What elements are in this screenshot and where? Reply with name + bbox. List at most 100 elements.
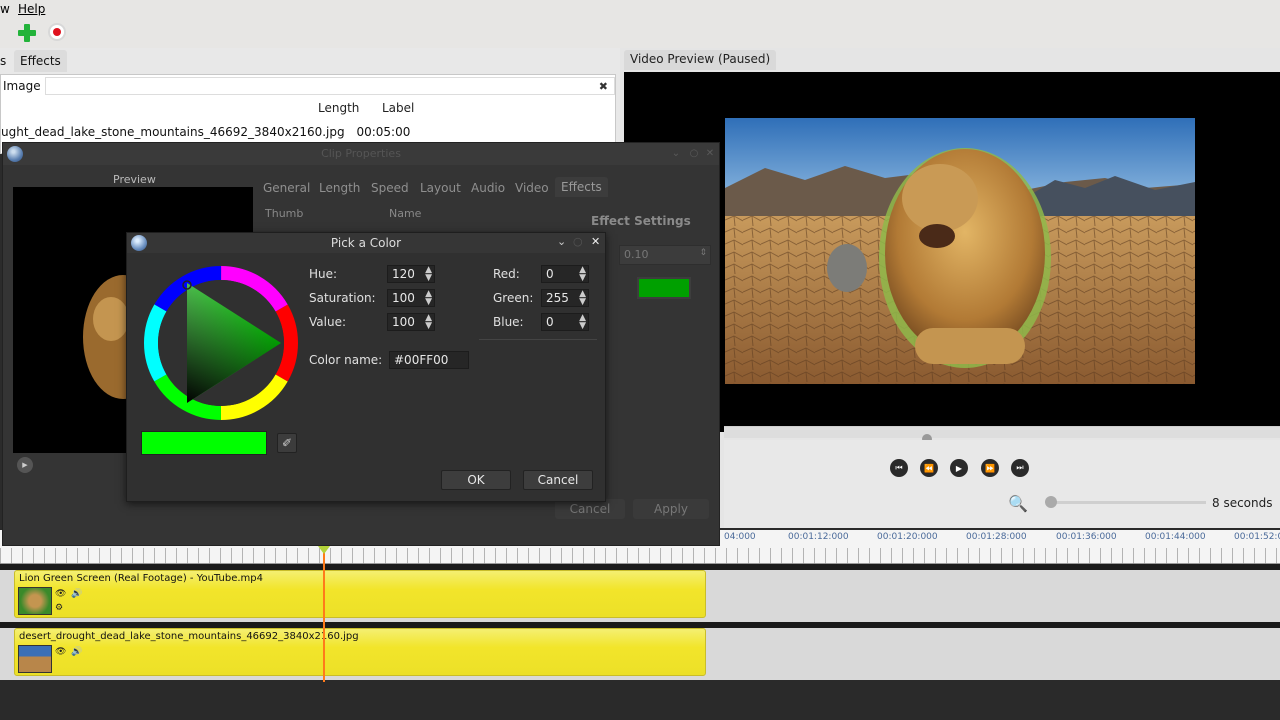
clip-lion[interactable]: Lion Green Screen (Real Footage) - YouTu… bbox=[14, 570, 706, 618]
tab-general[interactable]: General bbox=[263, 181, 310, 195]
tick-label: 00:01:12:000 bbox=[788, 532, 849, 542]
ok-button[interactable]: OK bbox=[441, 470, 511, 490]
saturation-value: 100 bbox=[392, 291, 415, 305]
menu-toolbar-area: w Help bbox=[0, 0, 1280, 48]
jump-end-icon[interactable]: ⏭ bbox=[1011, 459, 1029, 477]
tab-partial[interactable]: s bbox=[0, 54, 6, 68]
blue-label: Blue: bbox=[493, 315, 524, 329]
spin-arrows-icon[interactable]: ▲ ▼ bbox=[425, 314, 432, 331]
saturation-spinbox[interactable]: 100 ▲ ▼ bbox=[387, 289, 435, 307]
menu-help[interactable]: Help bbox=[18, 2, 45, 16]
close-icon[interactable]: ✕ bbox=[591, 235, 600, 248]
blue-spinbox[interactable]: 0 ▲ ▼ bbox=[541, 313, 589, 331]
clip-desert[interactable]: desert_drought_dead_lake_stone_mountains… bbox=[14, 628, 706, 676]
audio-icon[interactable]: 🔊 bbox=[71, 589, 82, 599]
jump-start-icon[interactable]: ⏮ bbox=[890, 459, 908, 477]
column-length[interactable]: Length bbox=[318, 101, 359, 115]
hue-spinbox[interactable]: 120 ▲ ▼ bbox=[387, 265, 435, 283]
file-row[interactable]: ught_dead_lake_stone_mountains_46692_384… bbox=[1, 125, 410, 139]
red-spinbox[interactable]: 0 ▲ ▼ bbox=[541, 265, 589, 283]
preview-scrubber[interactable] bbox=[724, 426, 1280, 438]
maximize-icon[interactable]: ○ bbox=[687, 147, 701, 161]
apply-button[interactable]: Apply bbox=[633, 499, 709, 519]
tab-speed[interactable]: Speed bbox=[371, 181, 409, 195]
tab-effects[interactable]: Effects bbox=[14, 50, 67, 72]
zoom-slider-handle[interactable] bbox=[1045, 496, 1057, 508]
playhead-line[interactable] bbox=[323, 548, 325, 682]
red-label: Red: bbox=[493, 267, 520, 281]
column-thumb[interactable]: Thumb bbox=[265, 207, 303, 220]
pick-color-titlebar: Pick a Color ⌄ ○ ✕ bbox=[127, 233, 605, 253]
column-name[interactable]: Name bbox=[389, 207, 421, 220]
preview-frame-image bbox=[725, 118, 1195, 384]
spin-arrows-icon[interactable]: ▲ ▼ bbox=[425, 266, 432, 283]
spin-arrows-icon[interactable]: ▲ ▼ bbox=[579, 290, 586, 307]
value-label: Value: bbox=[309, 315, 346, 329]
visibility-icon[interactable]: 👁 bbox=[55, 647, 66, 657]
fast-forward-icon[interactable]: ⏩ bbox=[981, 459, 999, 477]
panel-tabs: s Effects bbox=[0, 50, 620, 72]
chevron-down-icon[interactable]: ⌄ bbox=[557, 235, 566, 248]
record-icon[interactable] bbox=[48, 23, 66, 41]
clip-preview-label: Preview bbox=[113, 173, 156, 186]
column-label[interactable]: Label bbox=[382, 101, 414, 115]
add-file-icon[interactable] bbox=[16, 22, 38, 44]
filter-input[interactable]: ✖ bbox=[45, 77, 615, 95]
tick-label: 04:000 bbox=[724, 532, 756, 542]
tab-layout[interactable]: Layout bbox=[420, 181, 461, 195]
rewind-icon[interactable]: ⏪ bbox=[920, 459, 938, 477]
play-icon[interactable]: ▶ bbox=[950, 459, 968, 477]
visibility-icon[interactable]: 👁 bbox=[55, 589, 66, 599]
green-label: Green: bbox=[493, 291, 534, 305]
green-spinbox[interactable]: 255 ▲ ▼ bbox=[541, 289, 589, 307]
spin-arrows-icon[interactable]: ⇕ bbox=[699, 248, 707, 258]
pick-color-title: Pick a Color bbox=[330, 236, 402, 250]
effect-color-button[interactable] bbox=[637, 277, 691, 299]
tick-label: 00:01:44:000 bbox=[1145, 532, 1206, 542]
clear-filter-icon[interactable]: ✖ bbox=[599, 80, 608, 93]
eyedropper-icon[interactable]: ✐ bbox=[277, 433, 297, 453]
tab-length[interactable]: Length bbox=[319, 181, 360, 195]
blue-value: 0 bbox=[546, 315, 554, 329]
color-name-input[interactable]: #00FF00 bbox=[389, 351, 469, 369]
red-value: 0 bbox=[546, 267, 554, 281]
tick-label: 00:01:36:000 bbox=[1056, 532, 1117, 542]
audio-icon[interactable]: 🔊 bbox=[71, 647, 82, 657]
cancel-button[interactable]: Cancel bbox=[555, 499, 625, 519]
ruler-ticks bbox=[0, 548, 1280, 564]
cancel-button[interactable]: Cancel bbox=[523, 470, 593, 490]
close-icon[interactable]: ✕ bbox=[703, 147, 717, 161]
effects-icon[interactable]: ⚙ bbox=[55, 603, 63, 613]
maximize-icon[interactable]: ○ bbox=[573, 235, 583, 248]
tab-video[interactable]: Video bbox=[515, 181, 549, 195]
hsv-color-wheel[interactable] bbox=[141, 263, 301, 423]
clip-thumbnail bbox=[18, 587, 52, 615]
tick-label: 00:01:52:00 bbox=[1234, 532, 1280, 542]
spin-arrows-icon[interactable]: ▲ ▼ bbox=[579, 266, 586, 283]
playback-controls-bar bbox=[724, 440, 1280, 528]
effect-value-spinbox[interactable]: 0.10 ⇕ bbox=[619, 245, 711, 265]
play-icon[interactable]: ▶ bbox=[17, 457, 33, 473]
clip-properties-titlebar: Clip Properties ⌄ ○ ✕ bbox=[3, 143, 719, 165]
value-value: 100 bbox=[392, 315, 415, 329]
playhead-handle[interactable] bbox=[318, 546, 330, 554]
spin-arrows-icon[interactable]: ▲ ▼ bbox=[579, 314, 586, 331]
hue-label: Hue: bbox=[309, 267, 338, 281]
chevron-down-icon[interactable]: ⌄ bbox=[669, 147, 683, 161]
clip-properties-title: Clip Properties bbox=[321, 147, 401, 160]
spin-arrows-icon[interactable]: ▲ ▼ bbox=[425, 290, 432, 307]
clip-title: Lion Green Screen (Real Footage) - YouTu… bbox=[19, 573, 263, 584]
video-preview-tab[interactable]: Video Preview (Paused) bbox=[624, 50, 777, 70]
tick-label: 00:01:20:000 bbox=[877, 532, 938, 542]
color-name-label: Color name: bbox=[309, 353, 383, 367]
menu-view[interactable]: w bbox=[0, 2, 10, 16]
tab-audio[interactable]: Audio bbox=[471, 181, 505, 195]
hue-value: 120 bbox=[392, 267, 415, 281]
pick-color-dialog: Pick a Color ⌄ ○ ✕ ✐ Hue: 120 ▲ ▼ Satura… bbox=[126, 232, 606, 502]
effect-value: 0.10 bbox=[624, 248, 649, 261]
divider bbox=[479, 339, 597, 340]
tab-effects[interactable]: Effects bbox=[555, 177, 608, 197]
file-name: ught_dead_lake_stone_mountains_46692_384… bbox=[1, 125, 345, 139]
zoom-slider[interactable] bbox=[1048, 501, 1206, 504]
value-spinbox[interactable]: 100 ▲ ▼ bbox=[387, 313, 435, 331]
